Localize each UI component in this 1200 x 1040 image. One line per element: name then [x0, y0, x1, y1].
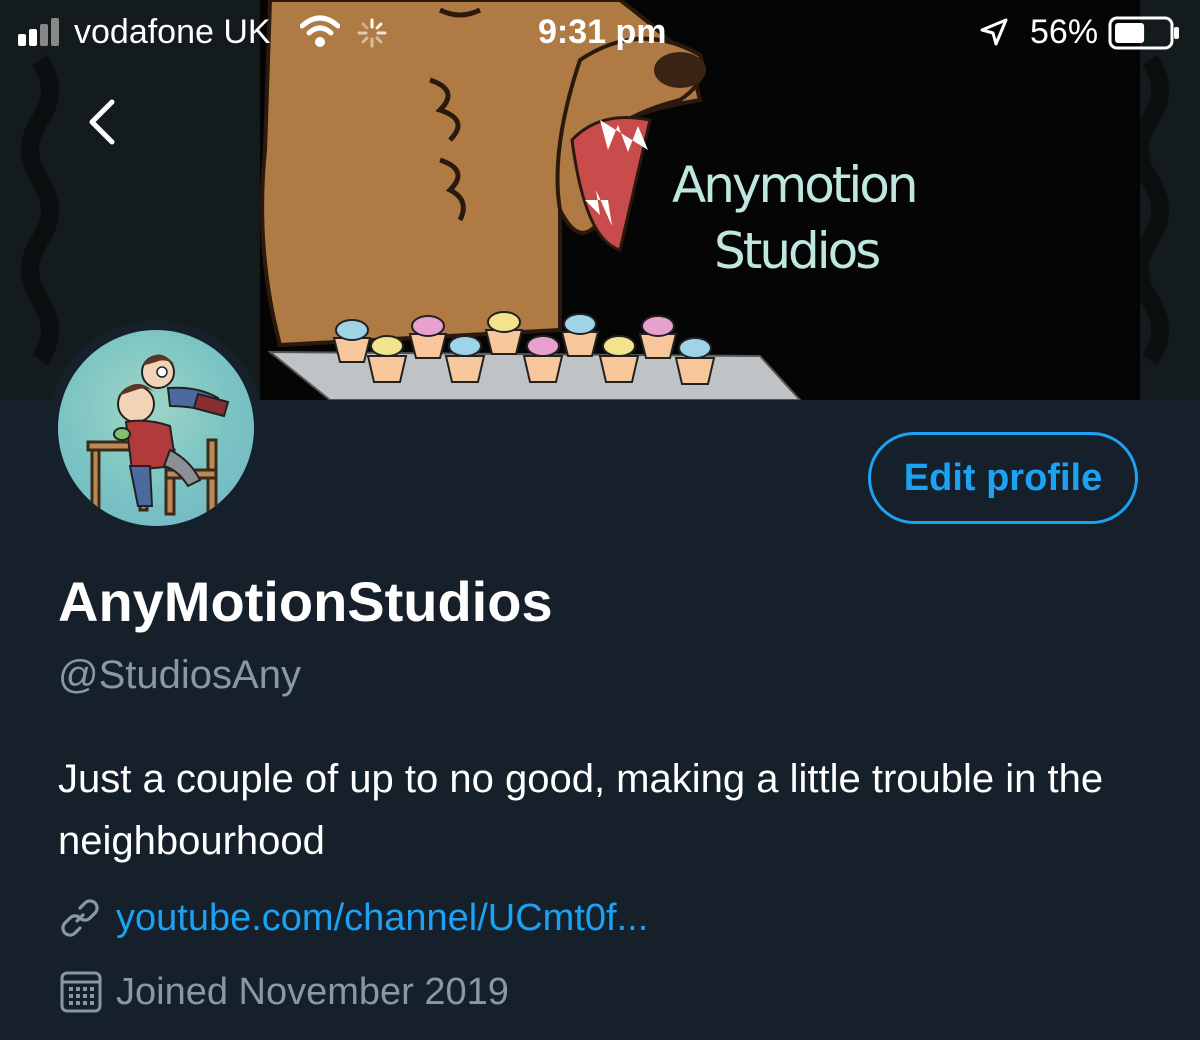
- wifi-icon: [300, 15, 340, 47]
- website-link[interactable]: youtube.com/channel/UCmt0f...: [116, 897, 648, 940]
- profile-bio: Just a couple of up to no good, making a…: [58, 757, 1104, 863]
- location-arrow-icon: [980, 18, 1008, 46]
- website-row: youtube.com/channel/UCmt0f...: [58, 890, 648, 946]
- calendar-icon: [60, 971, 102, 1013]
- battery-icon: [1108, 16, 1179, 50]
- banner-logo-text-line-1: Anymotion: [672, 156, 919, 214]
- joined-date-row: Joined November 2019: [58, 964, 509, 1020]
- profile-avatar[interactable]: [48, 320, 264, 536]
- banner-logo-text-line-2: Studios: [714, 222, 881, 280]
- signal-icon: [18, 18, 59, 46]
- chevron-left-icon: [89, 99, 115, 145]
- edit-profile-button[interactable]: Edit profile: [868, 432, 1138, 524]
- carrier-name: vodafone UK: [74, 13, 271, 51]
- username-handle: @StudiosAny: [58, 653, 301, 697]
- avatar-illustration: [86, 354, 230, 516]
- link-icon: [61, 899, 99, 937]
- joined-date: Joined November 2019: [116, 970, 509, 1013]
- status-bar: vodafone UK 9:31 pm 56%: [0, 0, 1200, 64]
- back-button[interactable]: [78, 96, 130, 148]
- battery-percentage: 56%: [1030, 13, 1099, 51]
- clock: 9:31 pm: [538, 13, 667, 51]
- activity-spinner-icon: [357, 18, 387, 48]
- avatar-image: [58, 330, 254, 526]
- display-name: AnyMotionStudios: [58, 570, 553, 633]
